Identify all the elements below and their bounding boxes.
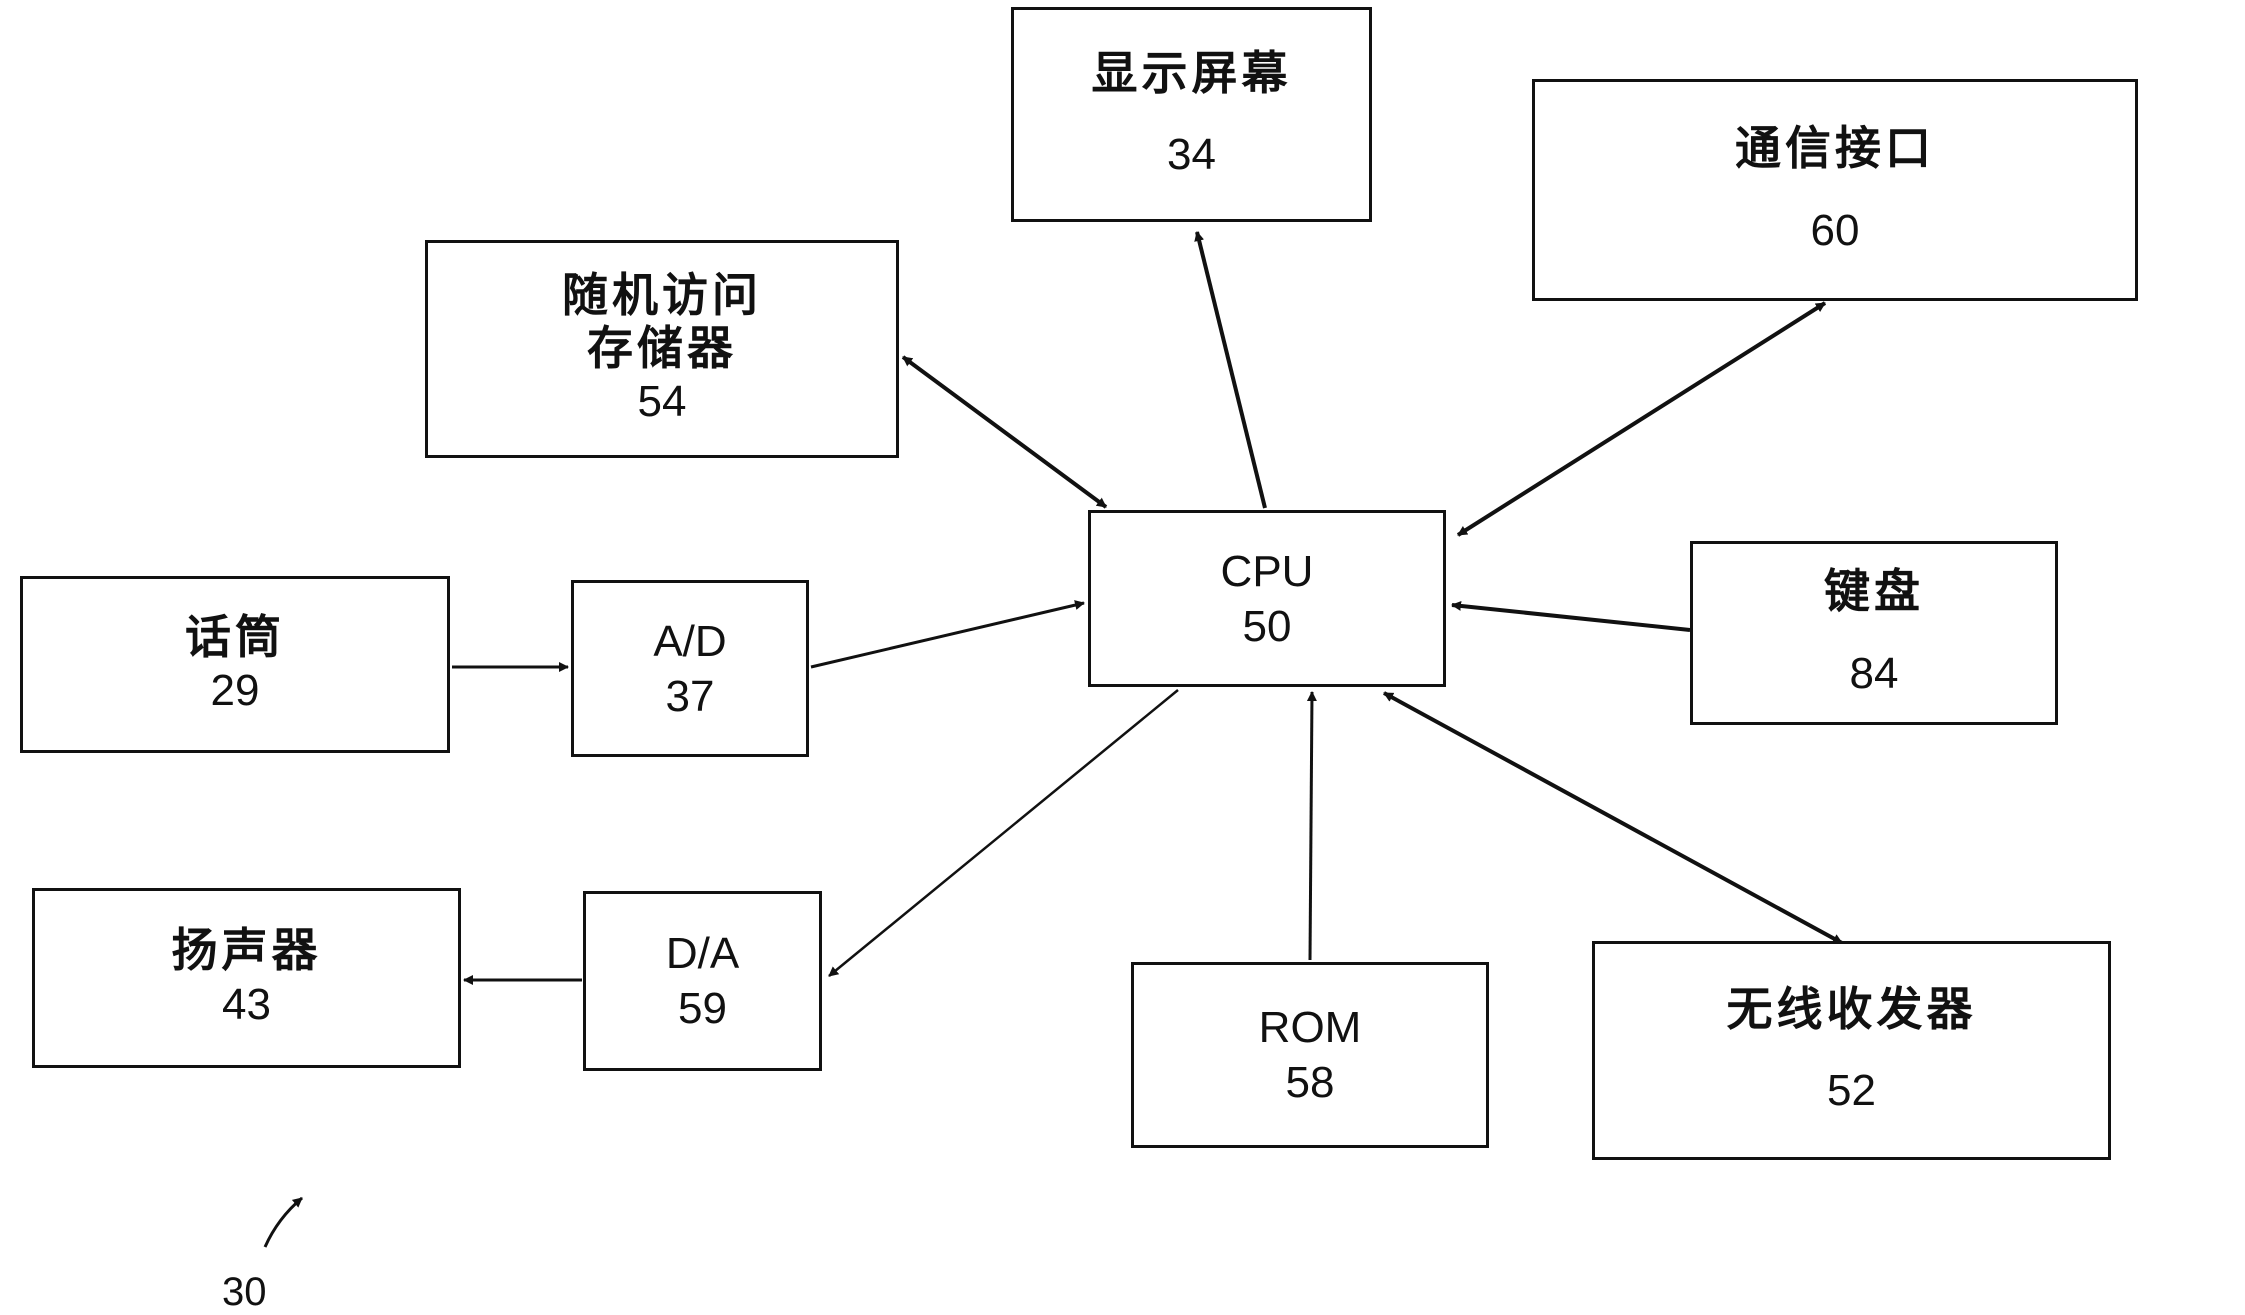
display-label: 显示屏幕 [1091,45,1292,100]
arrow-rom-to-cpu [1306,691,1317,961]
cpu-number: 50 [1242,601,1292,651]
speaker-number: 43 [222,979,271,1029]
arrow-cpu-to-dac [828,689,1179,977]
ram-label-line2: 存储器 [587,320,737,375]
arrow-keyboard-to-cpu [1451,600,1691,632]
rom-label: ROM [1258,1003,1362,1052]
arrow-cpu-comm-interface [1456,301,1827,537]
cpu-label: CPU [1220,546,1314,596]
keyboard-label: 键盘 [1824,564,1924,619]
dac-label: D/A [665,929,740,978]
arrow-adc-to-cpu [810,600,1085,669]
reference-pointer-arrow [263,1196,303,1248]
comm-interface-number: 60 [1810,205,1860,255]
display-number: 34 [1167,130,1216,180]
wireless-transceiver-block: 无线收发器 52 [1592,941,2111,1160]
display-block: 显示屏幕 34 [1011,7,1372,222]
ram-label-line1: 随机访问 [562,267,762,322]
dac-block: D/A 59 [583,891,822,1071]
keyboard-number: 84 [1849,648,1899,698]
arrow-cpu-to-display [1194,231,1267,509]
microphone-label: 话筒 [185,609,285,664]
dac-number: 59 [678,984,727,1033]
speaker-label: 扬声器 [171,923,322,978]
wireless-transceiver-number: 52 [1827,1066,1876,1116]
rom-number: 58 [1285,1058,1335,1107]
comm-interface-label: 通信接口 [1735,121,1935,176]
figure-reference-number: 30 [222,1270,267,1314]
microphone-block: 话筒 29 [20,576,450,753]
arrow-cpu-wireless [1383,691,1843,945]
speaker-block: 扬声器 43 [32,888,461,1068]
keyboard-block: 键盘 84 [1690,541,2058,725]
adc-label: A/D [653,616,727,666]
ram-block: 随机访问 存储器 54 [425,240,899,458]
arrow-cpu-ram [901,355,1108,509]
wireless-transceiver-label: 无线收发器 [1726,981,1977,1036]
cpu-block: CPU 50 [1088,510,1446,687]
adc-block: A/D 37 [571,580,809,757]
adc-number: 37 [665,671,715,721]
ram-number: 54 [637,377,687,427]
microphone-number: 29 [210,666,260,716]
rom-block: ROM 58 [1131,962,1489,1148]
comm-interface-block: 通信接口 60 [1532,79,2138,301]
